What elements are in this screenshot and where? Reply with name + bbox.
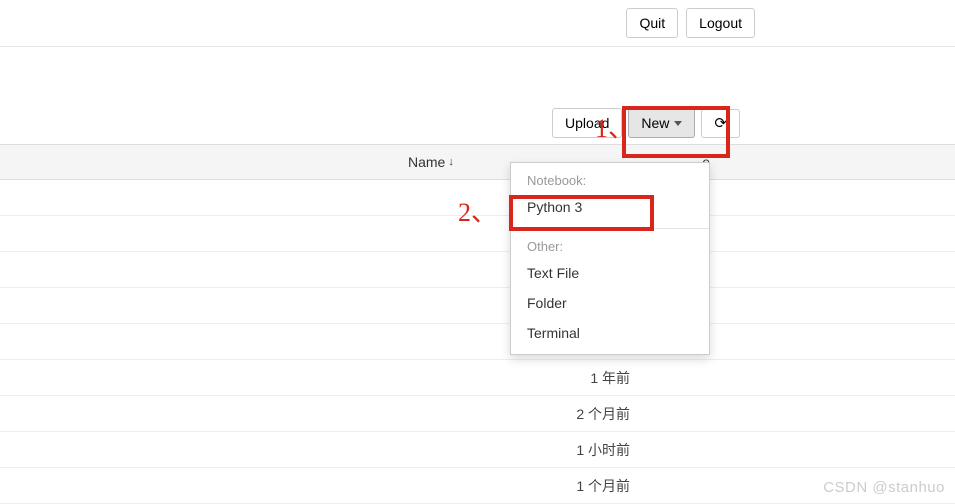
refresh-icon: ⟳ xyxy=(714,116,727,131)
list-item[interactable]: 1 小时前 xyxy=(0,432,955,468)
menu-item-python3[interactable]: Python 3 xyxy=(511,192,709,222)
list-item[interactable]: 2 个月前 xyxy=(0,396,955,432)
refresh-button[interactable]: ⟳ xyxy=(701,109,740,138)
new-dropdown-menu: Notebook: Python 3 Other: Text File Fold… xyxy=(510,162,710,355)
new-button[interactable]: New xyxy=(628,108,695,138)
list-item[interactable] xyxy=(0,252,955,288)
watermark: CSDN @stanhuo xyxy=(823,479,945,496)
menu-item-folder[interactable]: Folder xyxy=(511,288,709,318)
annotation-label-1: 1、 xyxy=(595,108,634,145)
list-item[interactable] xyxy=(0,288,955,324)
logout-button[interactable]: Logout xyxy=(686,8,755,38)
annotation-label-2: 2、 xyxy=(458,192,497,229)
name-label: Name xyxy=(408,154,445,170)
list-header: Name ↓ e xyxy=(0,144,955,180)
caret-down-icon xyxy=(674,121,682,126)
other-section-label: Other: xyxy=(511,235,709,258)
name-column-header[interactable]: Name ↓ xyxy=(408,154,454,170)
quit-button[interactable]: Quit xyxy=(626,8,678,38)
last-modified: 2 个月前 xyxy=(576,404,630,424)
list-item[interactable]: 1 个月前 xyxy=(0,468,955,504)
menu-divider xyxy=(511,228,709,229)
toolbar: Upload New ⟳ xyxy=(0,102,955,144)
menu-item-terminal[interactable]: Terminal xyxy=(511,318,709,348)
new-button-label: New xyxy=(641,115,669,131)
top-bar: Quit Logout xyxy=(0,0,955,47)
menu-item-text-file[interactable]: Text File xyxy=(511,258,709,288)
spacer xyxy=(0,47,955,102)
last-modified: 1 年前 xyxy=(590,368,630,388)
list-item[interactable]: 1 年前 xyxy=(0,360,955,396)
notebook-section-label: Notebook: xyxy=(511,169,709,192)
sort-arrow-icon: ↓ xyxy=(448,156,454,168)
last-modified: 1 小时前 xyxy=(576,440,630,460)
list-item[interactable] xyxy=(0,324,955,360)
last-modified: 1 个月前 xyxy=(576,476,630,496)
